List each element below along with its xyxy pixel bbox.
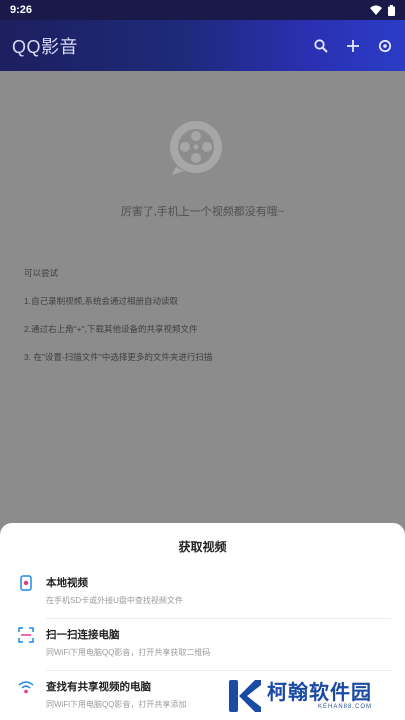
tips-list: 可以尝试 1.自己录制视频,系统会通过相册自动读取 2.通过右上角"+",下载其… [24,267,384,379]
option-title: 扫一扫连接电脑 [46,629,120,641]
watermark-name: 柯翰软件园 [267,682,372,704]
scan-icon [18,627,34,643]
battery-icon [388,4,395,16]
settings-icon[interactable] [377,38,393,54]
app-bar: QQ影音 [0,20,405,71]
option-desc: 同WiFi下用电脑QQ影音，打开共享获取二维码 [46,648,211,657]
empty-content: 厉害了,手机上一个视频都没有哦~ 可以尝试 1.自己录制视频,系统会通过相册自动… [0,71,405,523]
site-watermark: 柯翰软件园 KEHAN88.COM [225,676,399,716]
phone-video-icon [18,575,34,591]
sheet-title: 获取视频 [178,540,227,554]
status-bar: 9:26 [0,0,405,20]
app-bar-actions [313,38,393,54]
status-icons [370,4,395,16]
screen: 9:26 QQ影音 厉害了,手机上一个视频都没有哦~ 可以尝试 1.自己录制视频… [0,0,405,720]
option-title: 本地视频 [46,577,88,589]
tip-item: 2.通过右上角"+",下载其他设备的共享视频文件 [24,324,198,334]
wifi-share-icon [18,679,34,695]
add-icon[interactable] [345,38,361,54]
film-reel-icon [168,119,224,175]
app-title: QQ影音 [12,36,79,57]
watermark-domain: KEHAN88.COM [317,704,372,710]
kehan-logo-icon [225,677,263,715]
empty-message: 厉害了,手机上一个视频都没有哦~ [120,206,285,218]
local-video-option[interactable]: 本地视频 在手机SD卡或外接U盘中查找视频文件 [0,567,405,619]
option-desc: 在手机SD卡或外接U盘中查找视频文件 [46,596,183,605]
tip-item: 3. 在"设置-扫描文件"中选择更多的文件夹进行扫描 [24,352,213,362]
tips-heading: 可以尝试 [24,268,59,278]
watermark-text: 柯翰软件园 KEHAN88.COM [267,682,372,710]
tip-item: 1.自己录制视频,系统会通过相册自动读取 [24,296,178,306]
wifi-icon [370,5,382,15]
scan-connect-option[interactable]: 扫一扫连接电脑 同WiFi下用电脑QQ影音，打开共享获取二维码 [0,619,405,671]
search-icon[interactable] [313,38,329,54]
status-time: 9:26 [10,4,33,16]
